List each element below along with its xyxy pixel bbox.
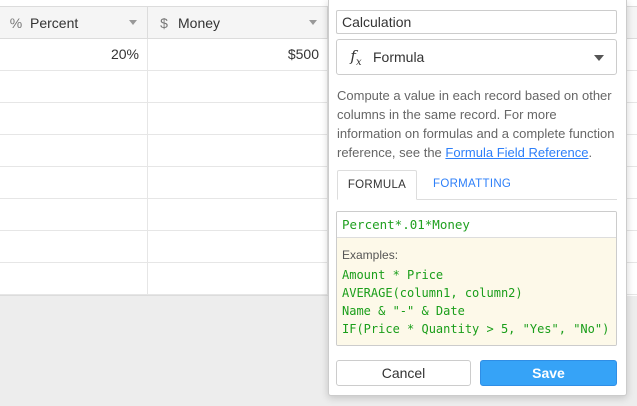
cell-percent[interactable] bbox=[0, 71, 148, 102]
tab-formula[interactable]: FORMULA bbox=[337, 170, 417, 200]
cell-percent[interactable] bbox=[0, 231, 148, 262]
cell-money[interactable] bbox=[148, 103, 328, 134]
cell-money[interactable] bbox=[148, 199, 328, 230]
column-header-money[interactable]: $ Money bbox=[148, 7, 328, 39]
formula-description: Compute a value in each record based on … bbox=[337, 86, 621, 162]
chevron-down-icon[interactable] bbox=[309, 20, 317, 25]
dollar-icon: $ bbox=[160, 15, 168, 31]
field-type-label: Formula bbox=[373, 49, 425, 65]
cell-money[interactable] bbox=[148, 167, 328, 198]
cell-percent[interactable] bbox=[0, 263, 148, 294]
fx-icon: fx bbox=[350, 46, 362, 68]
cell-percent[interactable] bbox=[0, 135, 148, 166]
description-end: . bbox=[588, 145, 593, 160]
grid-bottom-border bbox=[0, 295, 330, 296]
cell-percent[interactable] bbox=[0, 103, 148, 134]
column-name-percent: Percent bbox=[30, 15, 79, 31]
field-name-input[interactable] bbox=[336, 10, 617, 34]
config-tabs: FORMULA FORMATTING bbox=[337, 170, 617, 200]
example-line: IF(Price * Quantity > 5, "Yes", "No") bbox=[342, 322, 610, 336]
cell-money[interactable] bbox=[148, 263, 328, 294]
cell-money[interactable]: $500 bbox=[148, 39, 328, 70]
save-button[interactable]: Save bbox=[480, 360, 617, 386]
cell-money[interactable] bbox=[148, 135, 328, 166]
cell-money[interactable] bbox=[148, 231, 328, 262]
chevron-down-icon[interactable] bbox=[129, 20, 137, 25]
formula-editor: Percent*.01*Money Examples: Amount * Pri… bbox=[336, 211, 617, 346]
cell-money[interactable] bbox=[148, 71, 328, 102]
cell-percent[interactable] bbox=[0, 199, 148, 230]
column-name-money: Money bbox=[178, 15, 221, 31]
column-header-percent[interactable]: % Percent bbox=[0, 7, 148, 39]
cell-percent[interactable] bbox=[0, 167, 148, 198]
example-line: AVERAGE(column1, column2) bbox=[342, 286, 523, 300]
percent-icon: % bbox=[9, 15, 23, 31]
chevron-down-icon bbox=[594, 55, 604, 61]
field-config-popup: fx Formula Compute a value in each recor… bbox=[328, 0, 627, 396]
field-type-select[interactable]: fx Formula bbox=[336, 39, 617, 75]
cancel-button[interactable]: Cancel bbox=[336, 360, 471, 386]
tab-formatting[interactable]: FORMATTING bbox=[421, 170, 523, 200]
example-line: Name & "-" & Date bbox=[342, 304, 465, 318]
formula-reference-link[interactable]: Formula Field Reference bbox=[445, 145, 588, 160]
examples-title: Examples: bbox=[342, 248, 399, 262]
cell-percent[interactable]: 20% bbox=[0, 39, 148, 70]
formula-input[interactable]: Percent*.01*Money bbox=[337, 212, 616, 238]
example-line: Amount * Price bbox=[342, 268, 444, 282]
formula-examples: Examples: Amount * Price AVERAGE(column1… bbox=[337, 238, 616, 345]
